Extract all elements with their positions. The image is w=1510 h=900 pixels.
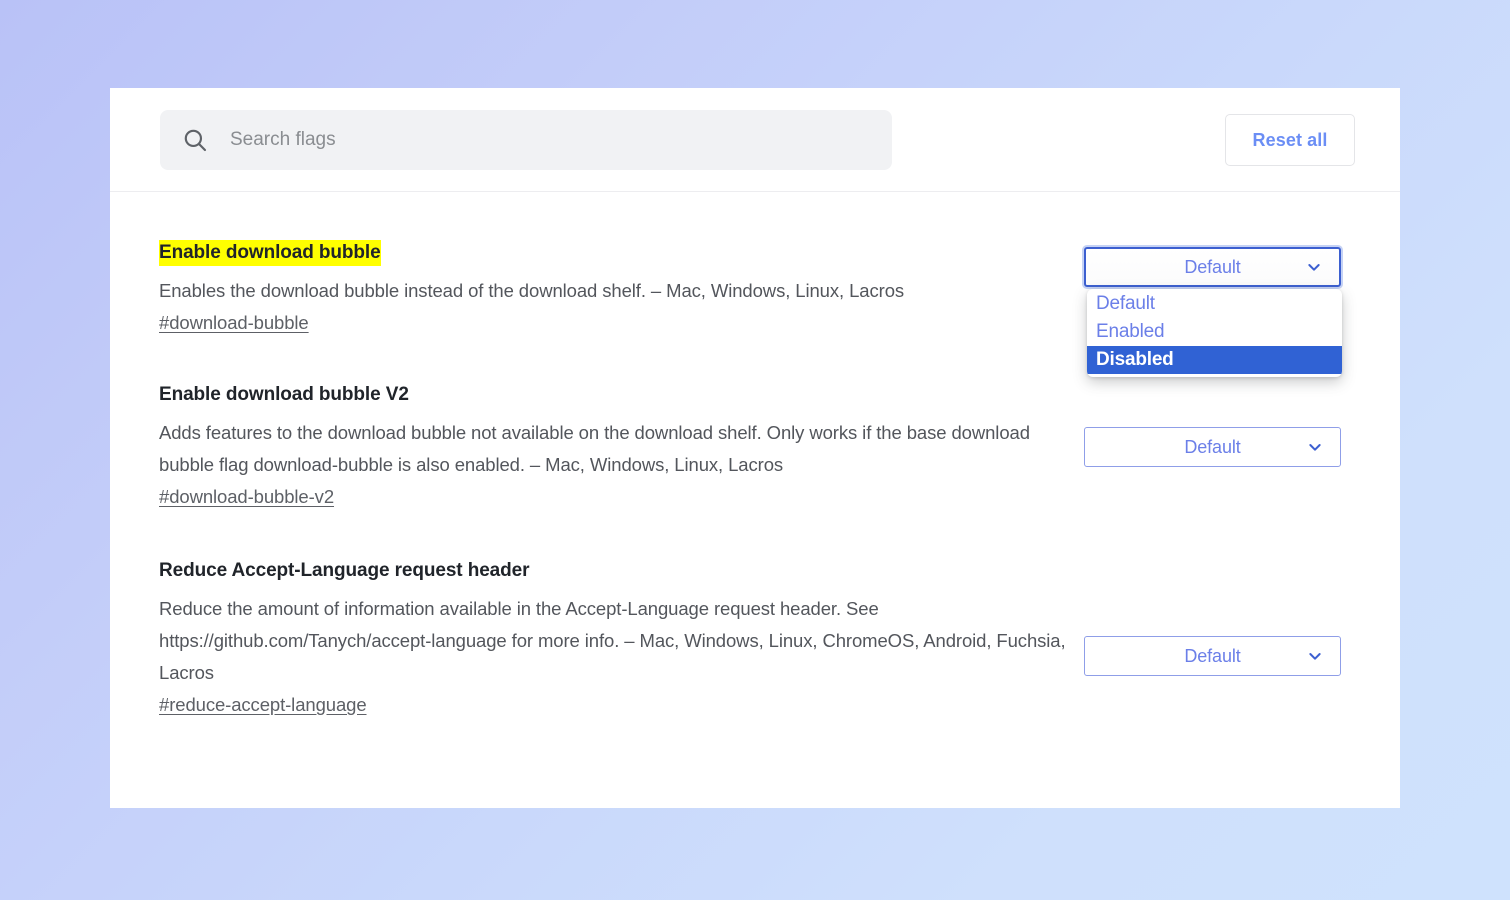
- flags-panel: Reset all Enable download bubble Enables…: [110, 88, 1400, 808]
- chevron-down-icon: [1307, 648, 1323, 664]
- flag-select-reduce-accept-language[interactable]: Default: [1084, 636, 1341, 676]
- select-option-enabled[interactable]: Enabled: [1087, 318, 1342, 346]
- chevron-down-icon: [1306, 259, 1322, 275]
- flag-description: Reduce the amount of information availab…: [159, 593, 1084, 689]
- search-input[interactable]: [228, 125, 828, 155]
- flag-row: Enable download bubble Enables the downl…: [110, 192, 1400, 334]
- flag-select-download-bubble-v2[interactable]: Default: [1084, 427, 1341, 467]
- search-icon: [182, 127, 208, 153]
- chevron-down-icon: [1307, 439, 1323, 455]
- flag-permalink[interactable]: #download-bubble: [159, 312, 309, 334]
- flag-select-download-bubble[interactable]: Default Default Enabled Disabled: [1084, 247, 1341, 287]
- flag-permalink[interactable]: #download-bubble-v2: [159, 486, 334, 508]
- flag-description: Enables the download bubble instead of t…: [159, 275, 1084, 307]
- flag-text-block: Reduce Accept-Language request header Re…: [159, 558, 1084, 716]
- reset-all-button[interactable]: Reset all: [1225, 114, 1355, 166]
- flag-control: Default Default Enabled Disabled: [1084, 240, 1355, 287]
- flag-title: Reduce Accept-Language request header: [159, 558, 529, 584]
- flag-select-value: Default: [1184, 257, 1240, 278]
- search-field-wrapper[interactable]: [160, 110, 892, 170]
- flag-select-value: Default: [1184, 437, 1240, 458]
- flag-text-block: Enable download bubble V2 Adds features …: [159, 382, 1084, 508]
- flag-permalink[interactable]: #reduce-accept-language: [159, 694, 367, 716]
- flag-select-value: Default: [1184, 646, 1240, 667]
- flag-description: Adds features to the download bubble not…: [159, 417, 1084, 481]
- flag-row: Reduce Accept-Language request header Re…: [110, 508, 1400, 716]
- flag-control: Default: [1084, 558, 1355, 676]
- select-option-disabled[interactable]: Disabled: [1087, 346, 1342, 374]
- flag-text-block: Enable download bubble Enables the downl…: [159, 240, 1084, 334]
- select-option-default[interactable]: Default: [1087, 290, 1342, 318]
- flag-select-options-popup[interactable]: Default Enabled Disabled: [1087, 289, 1342, 377]
- flag-title: Enable download bubble V2: [159, 382, 409, 408]
- flag-title: Enable download bubble: [159, 240, 381, 266]
- flags-list: Enable download bubble Enables the downl…: [110, 192, 1400, 716]
- flag-control: Default: [1084, 382, 1355, 467]
- flags-header: Reset all: [110, 88, 1400, 192]
